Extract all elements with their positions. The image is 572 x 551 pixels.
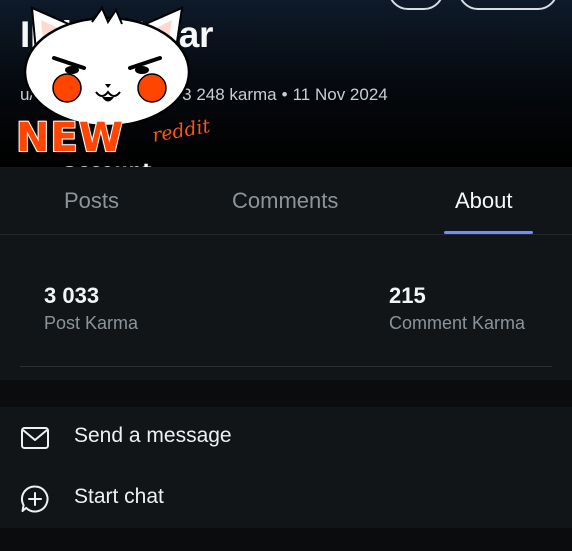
comment-karma-label: Comment Karma bbox=[389, 313, 526, 333]
send-message-button[interactable]: Send a message bbox=[0, 407, 572, 467]
send-message-label: Send a message bbox=[74, 424, 232, 447]
tab-posts[interactable]: Posts bbox=[64, 167, 119, 234]
tab-comments[interactable]: Comments bbox=[232, 167, 338, 234]
active-tab-indicator bbox=[444, 231, 533, 234]
start-chat-button[interactable]: Start chat bbox=[0, 468, 572, 528]
start-chat-label: Start chat bbox=[74, 485, 164, 508]
comment-karma-stat: 215 Comment Karma bbox=[389, 283, 525, 334]
post-karma-label: Post Karma bbox=[44, 313, 139, 333]
profile-actions: Send a message Start chat bbox=[0, 407, 572, 528]
karma-stats: 3 033 Post Karma 215 Comment Karma bbox=[0, 235, 572, 380]
post-karma-value: 3 033 bbox=[44, 283, 100, 308]
chat-plus-icon bbox=[21, 485, 49, 513]
tab-about[interactable]: About bbox=[455, 167, 513, 234]
divider bbox=[20, 366, 552, 367]
profile-tabs: Posts Comments About bbox=[0, 167, 572, 235]
profile-header: IL icultYear u/•3 248 karma•11 Nov 2024 … bbox=[0, 0, 572, 182]
badge-new-text: NEW bbox=[15, 114, 124, 162]
top-action-button[interactable] bbox=[388, 0, 444, 10]
comment-karma-value: 215 bbox=[389, 283, 426, 308]
join-date: 11 Nov 2024 bbox=[292, 85, 388, 104]
top-follow-button[interactable] bbox=[458, 0, 558, 10]
post-karma-stat: 3 033 Post Karma bbox=[44, 283, 138, 334]
mail-icon bbox=[21, 427, 49, 449]
